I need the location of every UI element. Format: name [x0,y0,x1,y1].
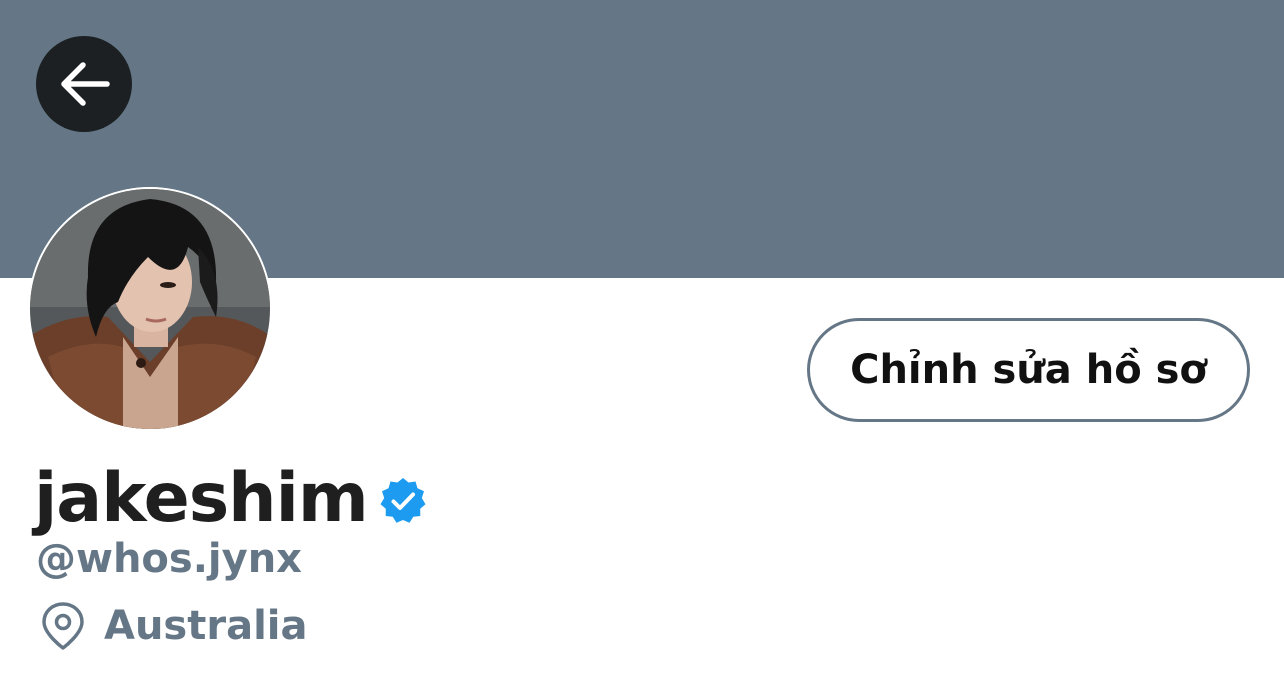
user-handle: @whos.jynx [36,536,302,582]
back-button[interactable] [36,36,132,132]
display-name: jakeshim [34,458,369,538]
edit-profile-button[interactable]: Chỉnh sửa hồ sơ [807,318,1250,422]
avatar[interactable] [28,187,272,431]
arrow-left-icon [61,62,110,106]
name-row: jakeshim [34,458,428,538]
avatar-photo [28,187,272,431]
location-row: Australia [40,600,308,652]
location-text: Australia [104,603,308,649]
location-pin-icon [42,602,84,650]
verified-badge-icon [380,478,426,523]
profile-page: Chỉnh sửa hồ sơ jakeshim @whos.jynx Aust… [0,0,1284,676]
